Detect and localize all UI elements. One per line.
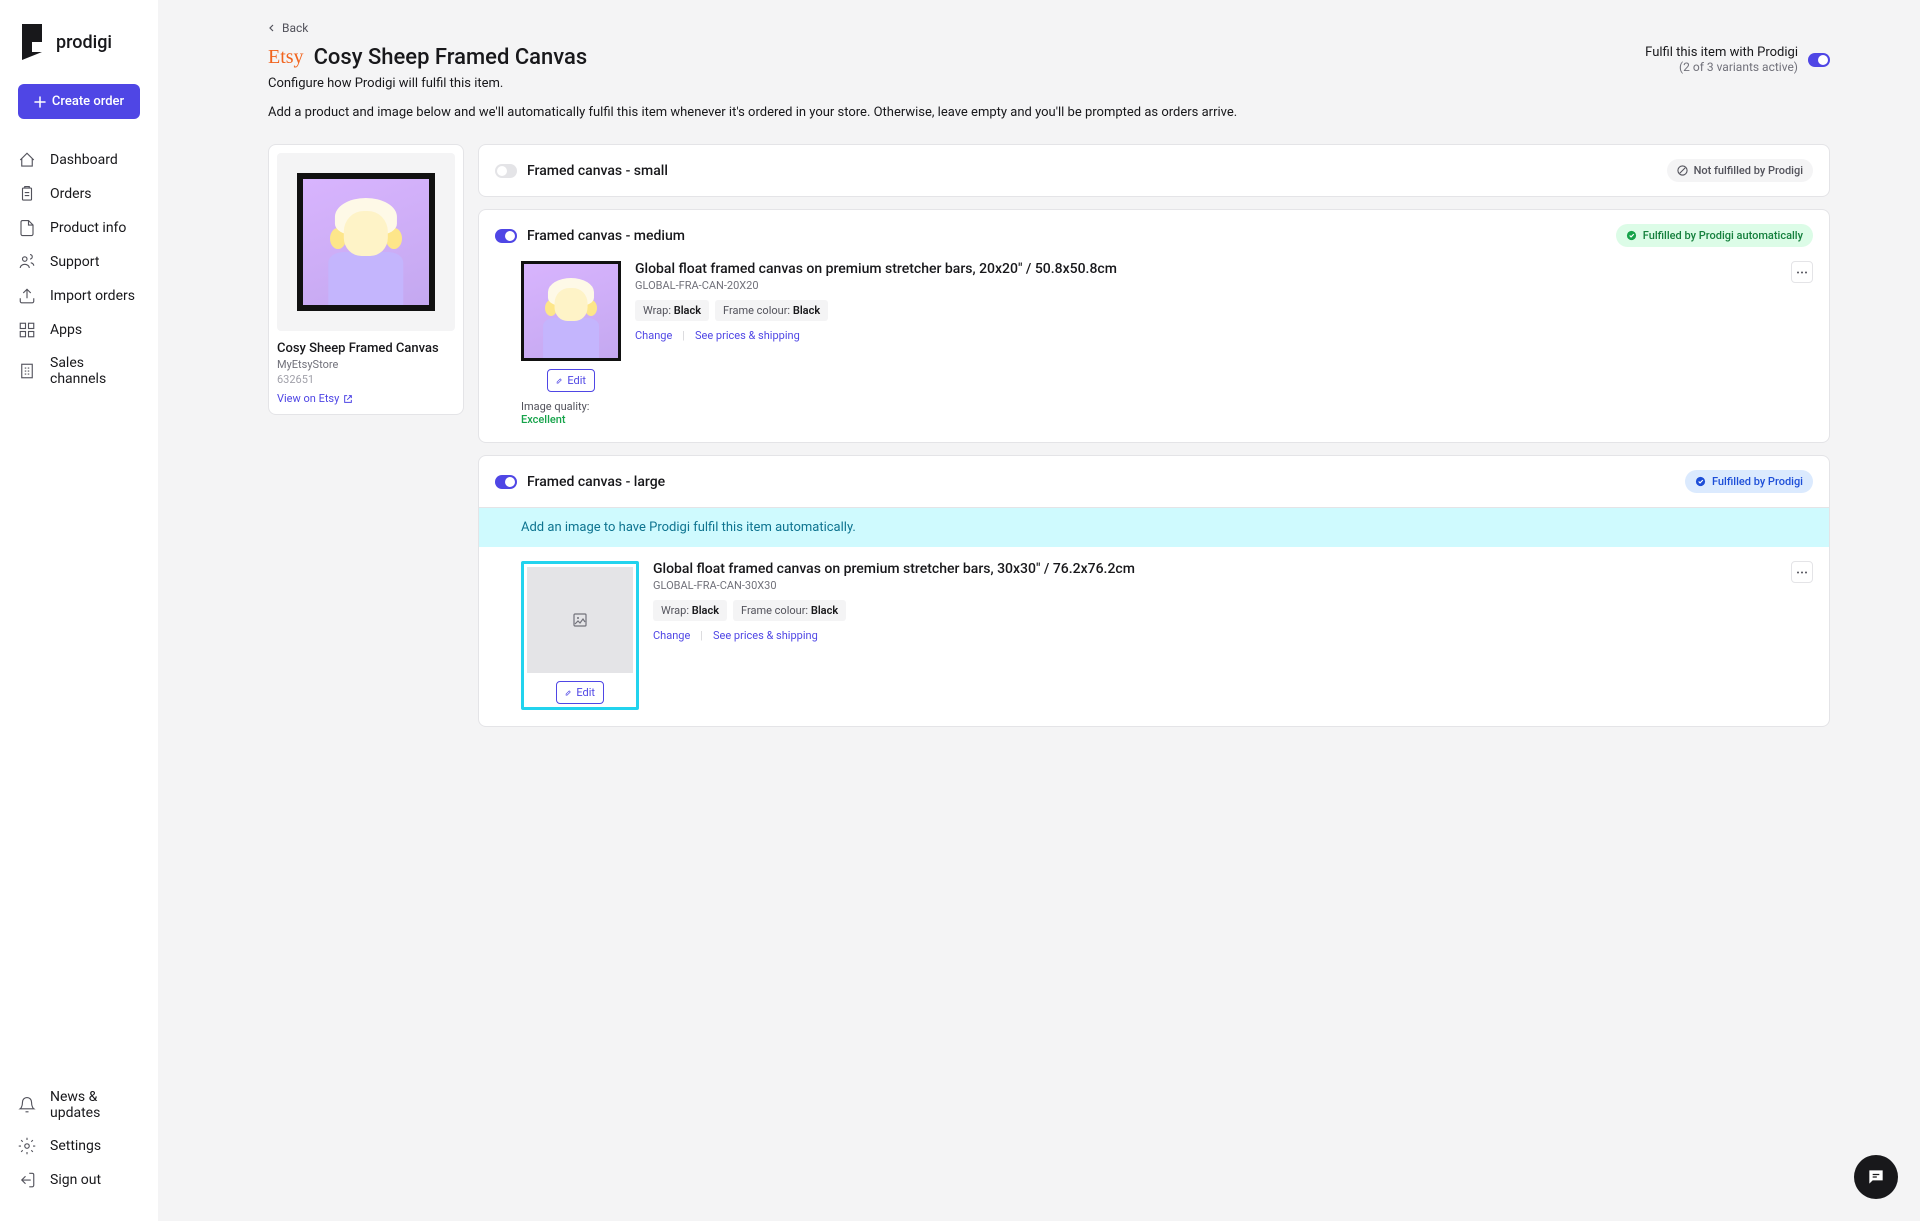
nav-support[interactable]: Support	[0, 245, 158, 279]
file-icon	[18, 219, 36, 237]
variant-thumbnail-empty[interactable]: Edit	[521, 561, 639, 710]
clipboard-icon	[18, 185, 36, 203]
pencil-icon	[565, 688, 571, 698]
prices-link[interactable]: See prices & shipping	[695, 329, 800, 342]
sidebar: prodigi Create order Dashboard Orders Pr…	[0, 0, 158, 1221]
info-banner: Add an image to have Prodigi fulfil this…	[479, 507, 1829, 547]
dots-icon	[1796, 271, 1808, 274]
upload-icon	[18, 287, 36, 305]
nav-sales-channels[interactable]: Sales channels	[0, 347, 158, 395]
variant-name: Framed canvas - small	[527, 163, 668, 179]
nav-orders[interactable]: Orders	[0, 177, 158, 211]
variant-menu-button[interactable]	[1791, 261, 1813, 283]
brand-name: prodigi	[56, 32, 112, 53]
etsy-badge: Etsy	[268, 46, 304, 69]
variant-badge: Fulfilled by Prodigi automatically	[1616, 224, 1813, 247]
nav-signout[interactable]: Sign out	[0, 1163, 158, 1197]
variant-toggle[interactable]	[495, 164, 517, 178]
pencil-icon	[556, 376, 562, 386]
grid-icon	[18, 321, 36, 339]
tag-frame: Frame colour: Black	[715, 300, 828, 321]
variant-thumbnail: Edit Image quality: Excellent	[521, 261, 621, 426]
main-nav: Dashboard Orders Product info Support Im…	[0, 143, 158, 1197]
change-link[interactable]: Change	[653, 629, 690, 642]
building-icon	[18, 362, 36, 380]
tag-frame: Frame colour: Black	[733, 600, 846, 621]
edit-image-button[interactable]: Edit	[547, 369, 595, 392]
variant-large: Framed canvas - large Fulfilled by Prodi…	[478, 455, 1830, 727]
variant-product-title: Global float framed canvas on premium st…	[653, 561, 1789, 577]
check-circle-icon	[1695, 476, 1706, 487]
variant-name: Framed canvas - medium	[527, 228, 685, 244]
users-icon	[18, 253, 36, 271]
edit-image-button[interactable]: Edit	[556, 681, 604, 704]
page-subtitle: Configure how Prodigi will fulfil this i…	[268, 76, 1645, 91]
nav-news[interactable]: News & updates	[0, 1081, 158, 1129]
plus-icon	[34, 96, 46, 108]
variant-menu-button[interactable]	[1791, 561, 1813, 583]
product-card: Cosy Sheep Framed Canvas MyEtsyStore 632…	[268, 144, 464, 415]
variant-name: Framed canvas - large	[527, 474, 665, 490]
image-quality: Image quality: Excellent	[521, 400, 621, 426]
product-name: Cosy Sheep Framed Canvas	[277, 341, 455, 356]
variant-toggle[interactable]	[495, 475, 517, 489]
image-icon	[573, 613, 587, 627]
prices-link[interactable]: See prices & shipping	[713, 629, 818, 642]
product-image	[277, 153, 455, 331]
ban-icon	[1677, 165, 1688, 176]
gear-icon	[18, 1137, 36, 1155]
chat-icon	[1866, 1167, 1886, 1187]
view-on-etsy-link[interactable]: View on Etsy	[277, 392, 353, 405]
nav-settings[interactable]: Settings	[0, 1129, 158, 1163]
nav-import-orders[interactable]: Import orders	[0, 279, 158, 313]
signout-icon	[18, 1171, 36, 1189]
nav-dashboard[interactable]: Dashboard	[0, 143, 158, 177]
chevron-left-icon	[268, 24, 276, 32]
bell-icon	[18, 1096, 36, 1114]
page-title: Etsy Cosy Sheep Framed Canvas	[268, 45, 1645, 70]
logo-mark-icon	[18, 24, 46, 60]
toggle-switch[interactable]	[1808, 53, 1830, 67]
page-description: Add a product and image below and we'll …	[268, 105, 1645, 120]
tag-wrap: Wrap: Black	[635, 300, 709, 321]
variant-medium: Framed canvas - medium Fulfilled by Prod…	[478, 209, 1830, 443]
nav-product-info[interactable]: Product info	[0, 211, 158, 245]
fulfil-label: Fulfil this item with Prodigi	[1645, 45, 1798, 60]
variant-sku: GLOBAL-FRA-CAN-20X20	[635, 279, 1789, 292]
variant-badge: Not fulfilled by Prodigi	[1667, 159, 1813, 182]
main-content: Back Etsy Cosy Sheep Framed Canvas Confi…	[158, 0, 1920, 1221]
brand-logo[interactable]: prodigi	[0, 24, 158, 84]
home-icon	[18, 151, 36, 169]
create-order-label: Create order	[52, 94, 124, 109]
external-link-icon	[343, 394, 353, 404]
dots-icon	[1796, 571, 1808, 574]
variant-product-title: Global float framed canvas on premium st…	[635, 261, 1789, 277]
tag-wrap: Wrap: Black	[653, 600, 727, 621]
check-circle-icon	[1626, 230, 1637, 241]
variant-small: Framed canvas - small Not fulfilled by P…	[478, 144, 1830, 197]
create-order-button[interactable]: Create order	[18, 84, 140, 119]
variant-toggle[interactable]	[495, 229, 517, 243]
fulfil-sub: (2 of 3 variants active)	[1645, 60, 1798, 74]
variant-sku: GLOBAL-FRA-CAN-30X30	[653, 579, 1789, 592]
product-store: MyEtsyStore	[277, 358, 455, 371]
product-id: 632651	[277, 373, 455, 386]
variant-badge: Fulfilled by Prodigi	[1685, 470, 1813, 493]
variants-list: Framed canvas - small Not fulfilled by P…	[478, 144, 1830, 727]
chat-fab[interactable]	[1854, 1155, 1898, 1199]
change-link[interactable]: Change	[635, 329, 672, 342]
back-button[interactable]: Back	[268, 21, 308, 35]
fulfil-master-toggle[interactable]: Fulfil this item with Prodigi (2 of 3 va…	[1645, 45, 1830, 74]
nav-apps[interactable]: Apps	[0, 313, 158, 347]
